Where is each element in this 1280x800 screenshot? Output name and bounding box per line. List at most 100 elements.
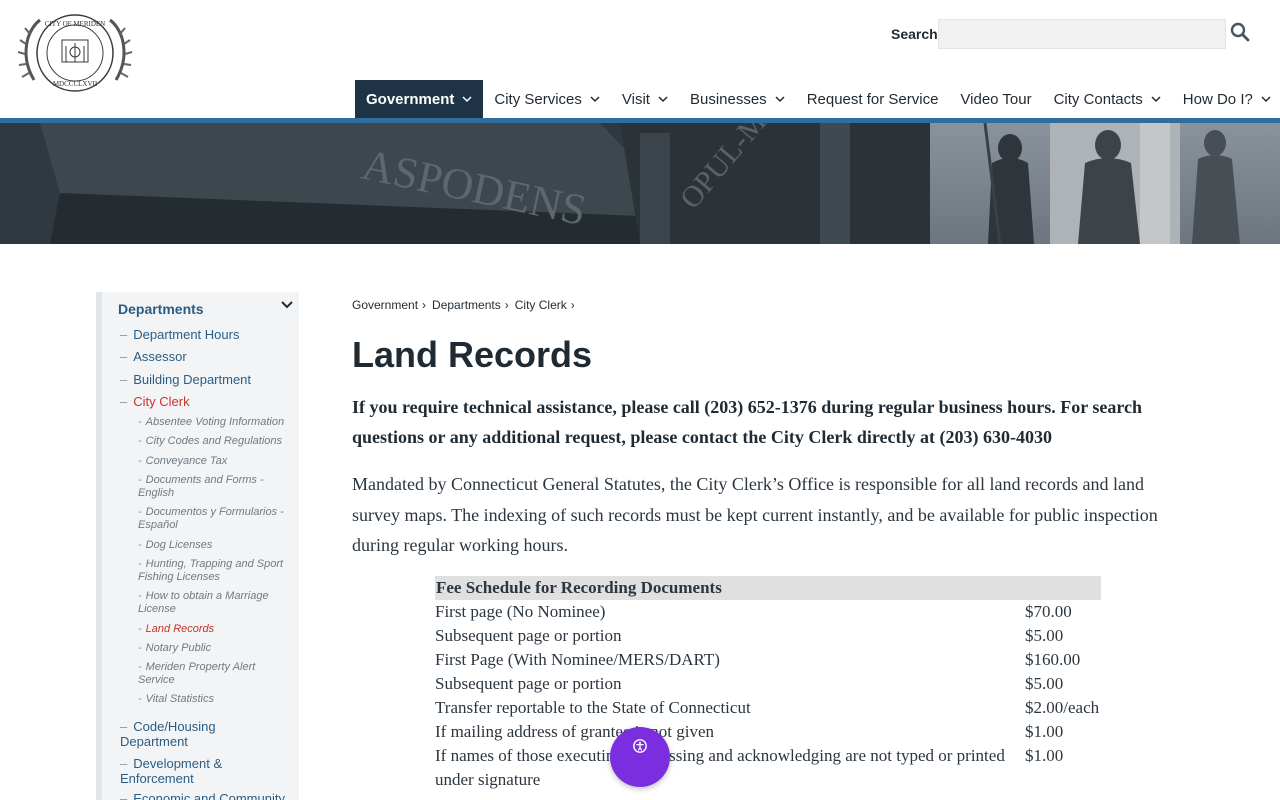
chevron-down-icon (590, 94, 600, 104)
header-banner-image: ASPODENS OPUL-MAY (0, 123, 1280, 244)
seal-text-top: CITY OF MERIDEN (45, 20, 105, 28)
list-bullet: – (120, 349, 128, 364)
sidebar-subitem-notary-public[interactable]: - Notary Public (138, 642, 293, 655)
sidebar-subitem-hunting-trapping-and-sport-fishing-licenses[interactable]: - Hunting, Trapping and Sport Fishing Lic… (138, 558, 293, 584)
sidebar-item-building-department[interactable]: – Building Department (120, 372, 251, 387)
intro-paragraph: Mandated by Connecticut General Statutes… (352, 474, 1158, 555)
nav-item-how-do-i[interactable]: How Do I? (1172, 80, 1280, 118)
sidebar-subitem-label: Documents and Forms - English (138, 474, 264, 499)
breadcrumb: Government › Departments › City Clerk › (352, 298, 581, 312)
sidebar-subitem-city-codes-and-regulations[interactable]: - City Codes and Regulations (138, 435, 293, 448)
fee-item: First Page (With Nominee/MERS/DART) (435, 650, 720, 669)
technical-assistance-notice: If you require technical assistance, ple… (352, 397, 1143, 447)
list-bullet: - (138, 661, 142, 673)
nav-item-label: City Services (494, 90, 582, 108)
sidebar-subitem-conveyance-tax[interactable]: - Conveyance Tax (138, 455, 293, 468)
sidebar-item-label: Economic and Community (133, 791, 285, 800)
list-bullet: - (138, 506, 142, 518)
breadcrumb-link-departments[interactable]: Departments (432, 298, 501, 312)
main-nav: Government City Services Visit Businesses Re… (355, 80, 1280, 118)
table-row: If mailing address of grantee is not giv… (435, 720, 1101, 744)
accessibility-button[interactable] (610, 727, 670, 787)
sidebar-subitem-dog-licenses[interactable]: - Dog Licenses (138, 539, 293, 552)
sidebar-subitem-absentee-voting-information[interactable]: - Absentee Voting Information (138, 416, 293, 429)
nav-item-request-for-service[interactable]: Request for Service (796, 80, 950, 118)
city-seal-logo[interactable]: CITY OF MERIDEN MDCCCLXVII (16, 10, 134, 96)
sidebar-subitem-label: Documentos y Formularios - Español (138, 506, 284, 531)
fee-item: Transfer reportable to the State of Conn… (435, 698, 751, 717)
sidebar-item-label: Building Department (133, 372, 252, 387)
sidebar-subitem-land-records[interactable]: - Land Records (138, 623, 293, 636)
breadcrumb-link-government[interactable]: Government (352, 298, 418, 312)
sidebar-item-label: Code/Housing Department (120, 719, 216, 749)
breadcrumb-separator: › (422, 298, 427, 312)
sidebar-subitem-label: Notary Public (145, 642, 212, 654)
sidebar-collapse-button[interactable] (280, 298, 294, 312)
sidebar-item-label: City Clerk (133, 394, 190, 409)
sidebar-item-economic-and-community[interactable]: – Economic and Community (120, 791, 285, 800)
sidebar-subitem-vital-statistics[interactable]: - Vital Statistics (138, 693, 293, 706)
sidebar-item-development-enforcement[interactable]: – Development & Enforcement (120, 756, 270, 786)
list-bullet: – (120, 327, 128, 342)
sidebar-subitem-meriden-property-alert-service[interactable]: - Meriden Property Alert Service (138, 661, 293, 687)
sidebar-subitem-label: Absentee Voting Information (145, 416, 285, 428)
list-bullet: - (138, 416, 142, 428)
list-bullet: – (120, 372, 128, 387)
list-bullet: - (138, 474, 142, 486)
table-header-row: Fee Schedule for Recording Documents (435, 576, 1101, 600)
fee-table-header: Fee Schedule for Recording Documents (435, 576, 1101, 600)
accessibility-icon (633, 739, 647, 753)
sidebar-item-department-hours[interactable]: – Department Hours (120, 327, 239, 342)
sidebar-item-city-clerk[interactable]: – City Clerk (120, 394, 190, 409)
breadcrumb-link-city-clerk[interactable]: City Clerk (515, 298, 567, 312)
nav-item-label: Video Tour (960, 90, 1032, 108)
sidebar-item-label: Department Hours (133, 327, 240, 342)
list-bullet: - (138, 590, 142, 602)
nav-item-video-tour[interactable]: Video Tour (949, 80, 1042, 118)
table-row: Subsequent page or portion $5.00 (435, 624, 1101, 648)
list-bullet: - (138, 693, 142, 705)
chevron-down-icon (658, 94, 668, 104)
search-label: Search (891, 26, 938, 42)
sidebar-subitem-documentos-y-formularios-espa-ol[interactable]: - Documentos y Formularios - Español (138, 506, 293, 532)
list-bullet: - (138, 435, 142, 447)
sidebar-item-label: Assessor (133, 349, 187, 364)
nav-item-label: City Contacts (1053, 90, 1143, 108)
sidebar-subitem-label: City Codes and Regulations (145, 435, 283, 447)
page-title: Land Records (352, 334, 593, 375)
table-row: If names of those executing, witnessing … (435, 744, 1101, 792)
sidebar-subitem-label: Meriden Property Alert Service (138, 661, 256, 686)
nav-item-label: Businesses (689, 90, 767, 108)
nav-item-city-contacts[interactable]: City Contacts (1043, 80, 1172, 118)
sidebar-item-assessor[interactable]: – Assessor (120, 349, 187, 364)
sidebar-subitem-documents-and-forms-english[interactable]: - Documents and Forms - English (138, 474, 293, 500)
fee-amount: $2.00/each (1025, 698, 1100, 717)
sidebar-heading-departments[interactable]: Departments (118, 301, 204, 317)
search-input[interactable] (938, 19, 1226, 49)
chevron-down-icon (462, 94, 472, 104)
sidebar-subitem-how-to-obtain-a-marriage-license[interactable]: - How to obtain a Marriage License (138, 590, 293, 616)
table-row: First page (No Nominee) $70.00 (435, 600, 1101, 624)
nav-item-label: Visit (621, 90, 650, 108)
sidebar-item-code-housing-department[interactable]: – Code/Housing Department (120, 719, 270, 749)
sidebar-subitem-label: How to obtain a Marriage License (138, 590, 269, 615)
sidebar-nav: Departments – Department Hours – Assessor – B… (96, 292, 299, 800)
nav-item-city-services[interactable]: City Services (483, 80, 611, 118)
nav-item-government[interactable]: Government (355, 80, 484, 118)
nav-item-visit[interactable]: Visit (611, 80, 679, 118)
nav-item-businesses[interactable]: Businesses (679, 80, 796, 118)
chevron-down-icon (775, 94, 785, 104)
search-button[interactable] (1230, 22, 1252, 46)
list-bullet: - (138, 558, 142, 570)
sidebar-item-label: Development & Enforcement (120, 756, 223, 786)
fee-item: If names of those executing, witnessing … (435, 746, 1005, 789)
chevron-down-icon (1151, 94, 1161, 104)
fee-item: Subsequent page or portion (435, 626, 622, 645)
fee-item: Subsequent page or portion (435, 674, 622, 693)
table-row: Transfer reportable to the State of Conn… (435, 696, 1101, 720)
table-row: Subsequent page or portion $5.00 (435, 672, 1101, 696)
list-bullet: – (120, 756, 128, 771)
fee-amount: $70.00 (1025, 602, 1072, 621)
breadcrumb-separator: › (504, 298, 509, 312)
fee-schedule-table: Fee Schedule for Recording Documents Fir… (435, 576, 1101, 792)
